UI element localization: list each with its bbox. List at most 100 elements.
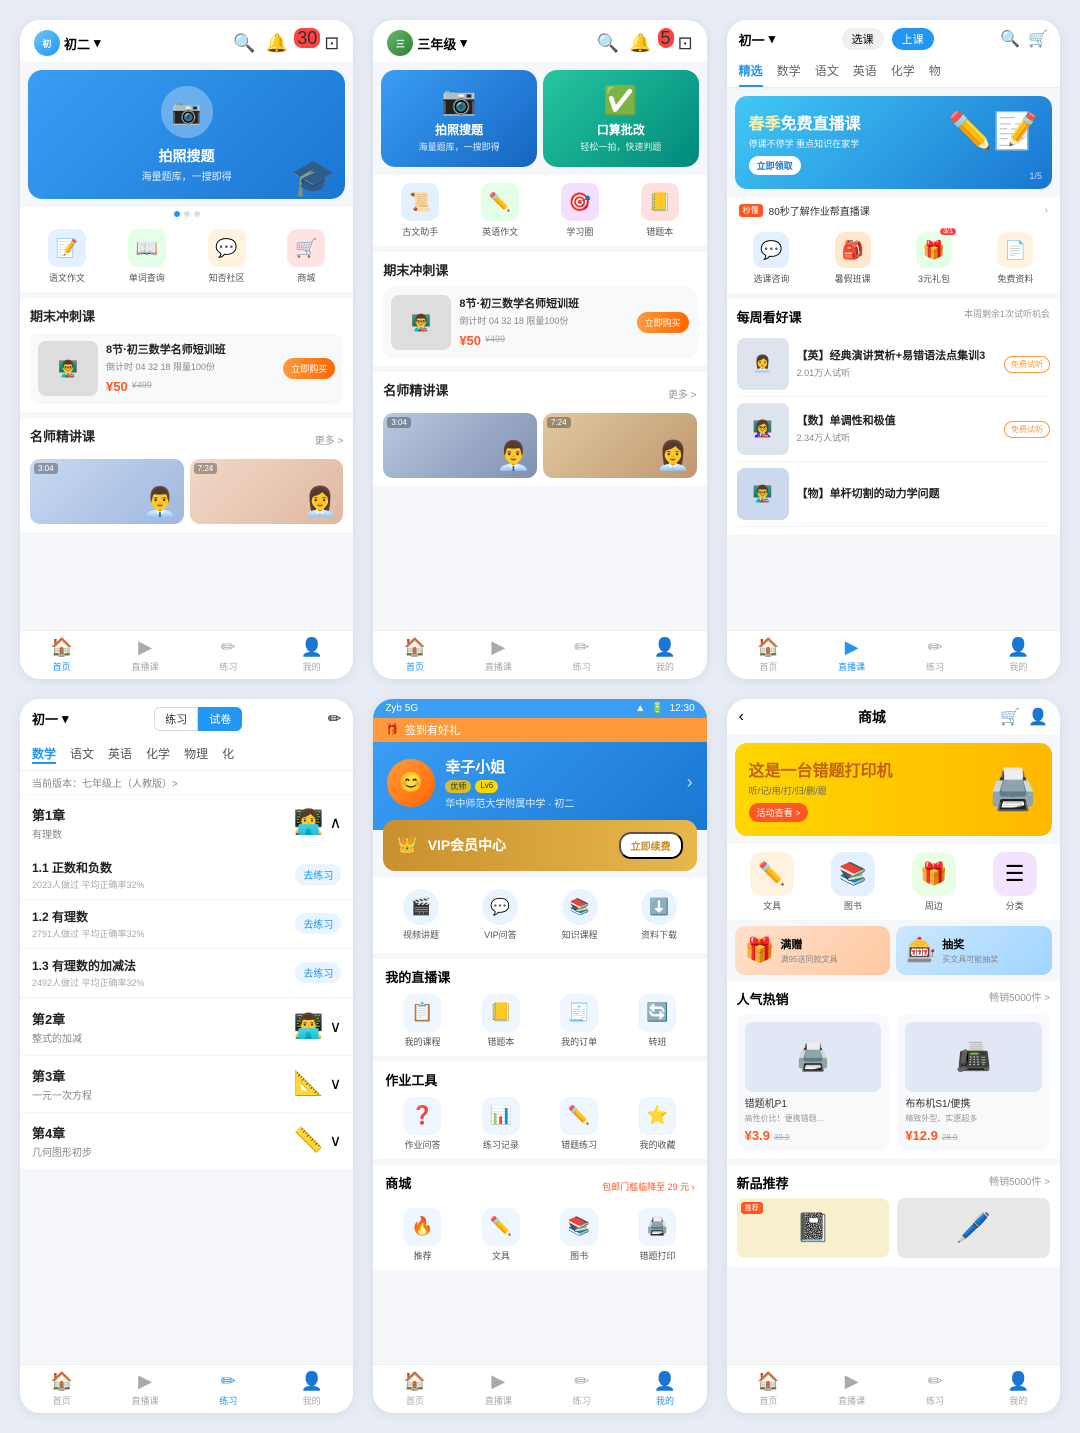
s4-ch3-toggle-icon[interactable]: ∨ bbox=[330, 1074, 342, 1094]
s5-shop-3[interactable]: 🖨️ 错题打印 bbox=[620, 1208, 694, 1262]
s2-icon-1[interactable]: ✏️ 英语作文 bbox=[463, 183, 537, 238]
s2-teacher-card-2[interactable]: 7:24 👩‍💼 bbox=[543, 413, 697, 478]
bell-icon-wrap[interactable]: 🔔30 bbox=[266, 33, 314, 54]
s6-popular-more[interactable]: 畅销5000件 > bbox=[989, 989, 1050, 1008]
s2-icon-3[interactable]: 📒 错题本 bbox=[623, 183, 697, 238]
s4-grade-selector[interactable]: 初一 ▾ bbox=[32, 709, 69, 728]
s4-sub-math[interactable]: 数学 bbox=[32, 745, 56, 764]
s1-teacher-more[interactable]: 更多 > bbox=[315, 432, 344, 447]
s3-tab-english[interactable]: 英语 bbox=[853, 62, 877, 87]
s4-ch4-toggle-icon[interactable]: ∨ bbox=[330, 1131, 342, 1151]
s3-weekly-btn-0[interactable]: 免费试听 bbox=[1004, 356, 1050, 373]
s5-tool-3[interactable]: ⭐ 我的收藏 bbox=[620, 1097, 694, 1151]
s6-new-item-0[interactable]: 推荐 📓 bbox=[737, 1198, 890, 1258]
s5-nav-mine[interactable]: 👤 我的 bbox=[623, 1371, 706, 1407]
s6-nav-home[interactable]: 🏠 首页 bbox=[727, 1371, 810, 1407]
s3-banner-btn[interactable]: 立即领取 bbox=[749, 156, 801, 175]
search-icon[interactable]: 🔍 bbox=[233, 33, 255, 54]
s2-search-icon[interactable]: 🔍 bbox=[597, 33, 619, 54]
s4-sub-phys[interactable]: 物理 bbox=[184, 745, 208, 764]
s6-cat-0[interactable]: ✏️ 文具 bbox=[735, 852, 810, 912]
s1-grade-selector[interactable]: 初 初二 ▾ bbox=[34, 30, 101, 56]
s6-shop-banner[interactable]: 这是一台错题打印机 听/记/用/打/归/删/题 活动查看 > 🖨️ bbox=[735, 743, 1052, 836]
s6-new-more[interactable]: 畅销5000件 > bbox=[989, 1173, 1050, 1192]
s5-tool-1[interactable]: 📊 练习记录 bbox=[464, 1097, 538, 1151]
s3-tab-featured[interactable]: 精选 bbox=[739, 62, 763, 87]
s1-icon-1[interactable]: 📖 单词查询 bbox=[110, 229, 184, 284]
s5-live-3[interactable]: 🔄 转班 bbox=[620, 994, 694, 1048]
s3-nav-mine[interactable]: 👤 我的 bbox=[977, 637, 1060, 673]
s5-nav-home[interactable]: 🏠 首页 bbox=[373, 1371, 456, 1407]
s6-promo-1[interactable]: 🎰 抽奖 买文具可能抽奖 bbox=[896, 926, 1052, 975]
s1-icon-2[interactable]: 💬 知否社区 bbox=[190, 229, 264, 284]
s2-nav-live[interactable]: ▶ 直播课 bbox=[457, 637, 540, 673]
s5-arrow-icon[interactable]: › bbox=[687, 772, 693, 793]
s6-nav-mine[interactable]: 👤 我的 bbox=[977, 1371, 1060, 1407]
s1-nav-live[interactable]: ▶ 直播课 bbox=[103, 637, 186, 673]
s4-nav-live[interactable]: ▶ 直播课 bbox=[103, 1371, 186, 1407]
s4-chapter-4[interactable]: 第4章 几何图形初步 📏 ∨ bbox=[20, 1113, 353, 1169]
s4-chapter-3[interactable]: 第3章 一元一次方程 📐 ∨ bbox=[20, 1056, 353, 1112]
s5-mini-2[interactable]: 📚 知识课程 bbox=[540, 889, 619, 941]
s6-cart-icon[interactable]: 🛒 bbox=[1000, 707, 1020, 727]
s4-toggle-exam[interactable]: 试卷 bbox=[198, 707, 242, 731]
s2-teacher-card-1[interactable]: 3:04 👨‍💼 bbox=[383, 413, 537, 478]
s3-nav-live[interactable]: ▶ 直播课 bbox=[810, 637, 893, 673]
s1-icon-3[interactable]: 🛒 商城 bbox=[269, 229, 343, 284]
s5-tool-0[interactable]: ❓ 作业问答 bbox=[385, 1097, 459, 1151]
s4-sub-chinese[interactable]: 语文 bbox=[70, 745, 94, 764]
s5-live-1[interactable]: 📒 错题本 bbox=[464, 994, 538, 1048]
s1-nav-home[interactable]: 🏠 首页 bbox=[20, 637, 103, 673]
s1-teacher-card-2[interactable]: 7:24 👩‍💼 bbox=[190, 459, 344, 524]
s2-icon-2[interactable]: 🎯 学习圈 bbox=[543, 183, 617, 238]
s4-nav-mine[interactable]: 👤 我的 bbox=[270, 1371, 353, 1407]
s4-sub-chem[interactable]: 化学 bbox=[146, 745, 170, 764]
s3-icon-1[interactable]: 🎒 暑假班课 bbox=[814, 232, 891, 285]
s3-select-btn[interactable]: 选课 bbox=[842, 28, 884, 50]
s3-tab-math[interactable]: 数学 bbox=[777, 62, 801, 87]
s5-mini-0[interactable]: 🎬 视频讲题 bbox=[381, 889, 460, 941]
s5-shop-1[interactable]: ✏️ 文具 bbox=[464, 1208, 538, 1262]
s3-tab-chinese[interactable]: 语文 bbox=[815, 62, 839, 87]
s2-hero-calc[interactable]: ✅ 口算批改 轻松一拍，快速判题 bbox=[543, 70, 699, 167]
s1-teacher-card-1[interactable]: 3:04 👨‍💼 bbox=[30, 459, 184, 524]
s5-nav-practice[interactable]: ✏ 练习 bbox=[540, 1371, 623, 1407]
s5-live-2[interactable]: 🧾 我的订单 bbox=[542, 994, 616, 1048]
s6-nav-practice[interactable]: ✏ 练习 bbox=[893, 1371, 976, 1407]
s1-buy-button[interactable]: 立即购买 bbox=[283, 358, 335, 379]
s3-class-btn[interactable]: 上课 bbox=[892, 28, 934, 50]
s6-cat-1[interactable]: 📚 图书 bbox=[815, 852, 890, 912]
s3-icon-0[interactable]: 💬 选课咨询 bbox=[733, 232, 810, 285]
s6-nav-live[interactable]: ▶ 直播课 bbox=[810, 1371, 893, 1407]
s3-icon-2[interactable]: 🎁 3/1 3元礼包 bbox=[895, 232, 972, 285]
s4-toggle-practice[interactable]: 练习 bbox=[154, 707, 198, 731]
s4-lesson-1-2-btn[interactable]: 去练习 bbox=[295, 913, 341, 934]
s3-grade-selector[interactable]: 初一 ▾ bbox=[739, 30, 776, 49]
s5-live-0[interactable]: 📋 我的课程 bbox=[385, 994, 459, 1048]
s6-promo-0[interactable]: 🎁 满赠 满95送同款文具 bbox=[735, 926, 891, 975]
s3-weekly-item-1[interactable]: 👩‍🏫 【数】单调性和极值 2.34万人试听 免费试听 bbox=[737, 397, 1050, 462]
s3-cart-icon[interactable]: 🛒 bbox=[1028, 29, 1048, 49]
s6-banner-btn[interactable]: 活动查看 > bbox=[749, 803, 809, 822]
s4-sub-english[interactable]: 英语 bbox=[108, 745, 132, 764]
s1-icon-0[interactable]: 📝 语文作文 bbox=[30, 229, 104, 284]
s4-chapter-1[interactable]: 第1章 有理数 👩‍💻 ∧ bbox=[20, 795, 353, 851]
s6-back-icon[interactable]: ‹ bbox=[739, 708, 744, 726]
s6-product-0[interactable]: 🖨️ 错题机P1 高性价比！便携错题... ¥3.9 39.9 bbox=[737, 1014, 890, 1151]
s4-sub-more[interactable]: 化 bbox=[222, 745, 234, 764]
s3-weekly-btn-1[interactable]: 免费试听 bbox=[1004, 421, 1050, 438]
s1-nav-mine[interactable]: 👤 我的 bbox=[270, 637, 353, 673]
s2-teacher-more[interactable]: 更多 > bbox=[668, 386, 697, 401]
s6-cat-2[interactable]: 🎁 周边 bbox=[896, 852, 971, 912]
s4-lesson-1-3-btn[interactable]: 去练习 bbox=[295, 962, 341, 983]
s3-notice-arrow[interactable]: › bbox=[1045, 205, 1048, 216]
s5-vip-renew-btn[interactable]: 立即续费 bbox=[619, 832, 683, 859]
s4-edit-icon[interactable]: ✏ bbox=[328, 709, 341, 729]
s4-chapter-2[interactable]: 第2章 整式的加减 👨‍💻 ∨ bbox=[20, 999, 353, 1055]
s6-cat-3[interactable]: ☰ 分类 bbox=[977, 852, 1052, 912]
s4-nav-practice[interactable]: ✏ 练习 bbox=[187, 1371, 270, 1407]
s4-ch1-toggle-icon[interactable]: ∧ bbox=[330, 813, 342, 833]
s4-nav-home[interactable]: 🏠 首页 bbox=[20, 1371, 103, 1407]
s5-mini-3[interactable]: ⬇️ 资料下载 bbox=[619, 889, 698, 941]
s3-tab-phys[interactable]: 物 bbox=[929, 62, 941, 87]
